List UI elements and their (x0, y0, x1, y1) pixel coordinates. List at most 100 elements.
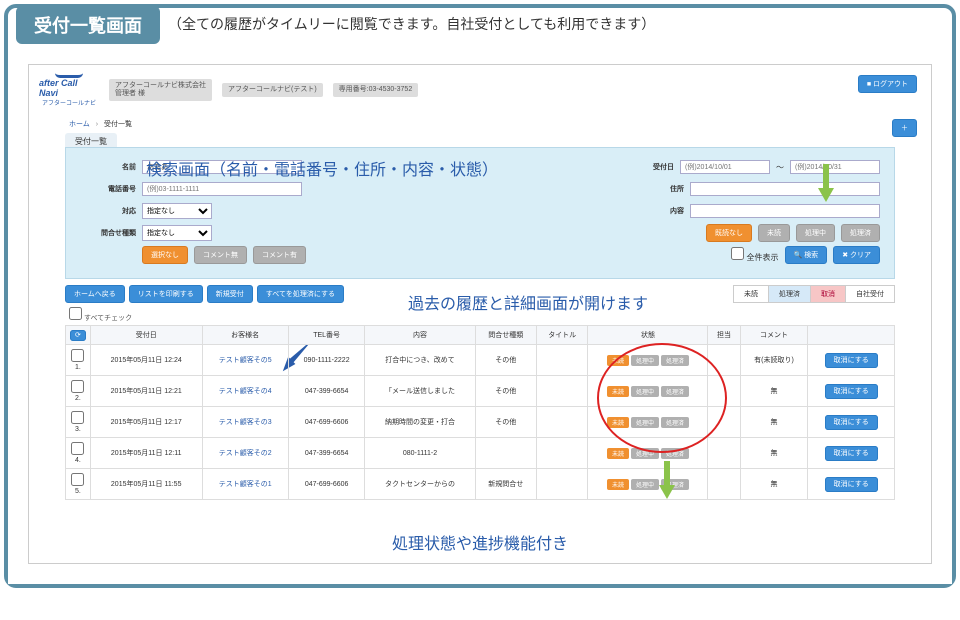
cell-assign (708, 407, 740, 438)
cell-assign (708, 376, 740, 407)
cancel-row-button[interactable]: 取消にする (825, 446, 878, 461)
status-chip[interactable]: 未読 (607, 479, 629, 490)
status-chip[interactable]: 処理中 (631, 417, 659, 428)
annotation-search: 検索画面（名前・電話番号・住所・内容・状態） (146, 156, 498, 180)
section-tab: 受付一覧 (65, 133, 117, 147)
chk-all-display[interactable] (731, 247, 744, 260)
cmt-has-button[interactable]: コメント有 (253, 246, 306, 264)
arrow-down-icon-2 (659, 485, 675, 499)
cell-date: 2015年05月11日 12:11 (90, 438, 202, 469)
cell-title (536, 469, 588, 500)
cell-content: 「メール送信しました (365, 376, 475, 407)
plus-button[interactable]: ＋ (892, 119, 917, 137)
cell-comment: 無 (740, 469, 808, 500)
row-checkbox[interactable] (71, 349, 84, 362)
refresh-button[interactable]: ⟳ (70, 330, 86, 341)
input-content[interactable] (690, 204, 880, 218)
row-checkbox[interactable] (71, 380, 84, 393)
cell-tel: 090-1111-2222 (288, 345, 365, 376)
back-button[interactable]: ホームへ戻る (65, 285, 125, 303)
cancel-row-button[interactable]: 取消にする (825, 477, 878, 492)
status-chip[interactable]: 未読 (607, 355, 629, 366)
legend-unread: 未読 (734, 286, 769, 302)
frame-subtitle: （全ての履歴がタイムリーに閲覧できます。自社受付としても利用できます） (168, 8, 952, 34)
breadcrumb-home[interactable]: ホーム (69, 121, 90, 128)
status-chip[interactable]: 処理中 (631, 479, 659, 490)
legend-cancel: 取消 (811, 286, 846, 302)
input-tel[interactable] (142, 182, 302, 196)
cell-assign (708, 469, 740, 500)
breadcrumb-current: 受付一覧 (104, 121, 132, 128)
cell-content: 打合中につき、改めて (365, 345, 475, 376)
cell-comment: 無 (740, 376, 808, 407)
sel-none-button[interactable]: 選択なし (142, 246, 188, 264)
table-row[interactable]: 4.2015年05月11日 12:11テスト顧客その2047-399-66540… (66, 438, 895, 469)
cell-tel: 047-699-6606 (288, 407, 365, 438)
new-button[interactable]: 新規受付 (207, 285, 253, 303)
select-taiou[interactable]: 指定なし (142, 203, 212, 219)
status-chip[interactable]: 処理済 (661, 386, 689, 397)
status-chip[interactable]: 処理中 (631, 448, 659, 459)
cancel-row-button[interactable]: 取消にする (825, 415, 878, 430)
filter-miread-button[interactable]: 未読 (758, 224, 790, 242)
cell-title (536, 438, 588, 469)
input-date-to[interactable] (790, 160, 880, 174)
status-chip[interactable]: 未読 (607, 386, 629, 397)
status-chip[interactable]: 処理中 (631, 386, 659, 397)
status-chip[interactable]: 処理済 (661, 417, 689, 428)
status-chip[interactable]: 未読 (607, 448, 629, 459)
customer-link[interactable]: テスト顧客その5 (219, 357, 272, 364)
legend-self: 自社受付 (846, 286, 894, 302)
clear-button[interactable]: ✖ クリア (833, 246, 880, 264)
filter-unread-button[interactable]: 既読なし (706, 224, 752, 242)
table-row[interactable]: 3.2015年05月11日 12:17テスト顧客その3047-699-6606納… (66, 407, 895, 438)
cell-title (536, 407, 588, 438)
cell-date: 2015年05月11日 12:24 (90, 345, 202, 376)
customer-link[interactable]: テスト顧客その3 (219, 419, 272, 426)
cancel-row-button[interactable]: 取消にする (825, 384, 878, 399)
status-chip[interactable]: 処理済 (661, 448, 689, 459)
arrow-down-icon (818, 188, 834, 202)
input-addr[interactable] (690, 182, 880, 196)
label-date: 受付日 (618, 162, 674, 172)
row-checkbox[interactable] (71, 442, 84, 455)
table-row[interactable]: 5.2015年05月11日 11:55テスト顧客その1047-699-6606タ… (66, 469, 895, 500)
label-addr: 住所 (628, 184, 684, 194)
cell-kind: その他 (475, 345, 536, 376)
env-chip: アフターコールナビ(テスト) (222, 83, 323, 97)
customer-link[interactable]: テスト顧客その1 (219, 481, 272, 488)
done-all-button[interactable]: すべてを処理済にする (257, 285, 344, 303)
table-header-row: ⟳ 受付日 お客様名 TEL番号 内容 問合せ種類 タイトル 状態 担当 コメン… (66, 326, 895, 345)
legend-done: 処理済 (769, 286, 811, 302)
status-chip[interactable]: 処理中 (631, 355, 659, 366)
label-kind: 問合せ種類 (80, 228, 136, 238)
input-date-from[interactable] (680, 160, 770, 174)
topbar: after Call Navi アフターコールナビ アフターコールナビ株式会社 … (29, 65, 931, 115)
cell-title (536, 345, 588, 376)
check-all-checkbox[interactable] (69, 307, 82, 320)
table-row[interactable]: 1.2015年05月11日 12:24テスト顧客その5090-1111-2222… (66, 345, 895, 376)
search-button[interactable]: 🔍 検索 (785, 246, 828, 264)
cancel-row-button[interactable]: 取消にする (825, 353, 878, 368)
filter-done-button[interactable]: 処理済 (841, 224, 880, 242)
label-tel: 電話番号 (80, 184, 136, 194)
cell-content: 納期時間の変更・打合 (365, 407, 475, 438)
company-chip: アフターコールナビ株式会社 管理者 様 (109, 79, 212, 102)
cell-kind: 新規問合せ (475, 469, 536, 500)
filter-proc-button[interactable]: 処理中 (796, 224, 835, 242)
logout-button[interactable]: ■ ログアウト (858, 75, 917, 93)
row-checkbox[interactable] (71, 411, 84, 424)
print-button[interactable]: リストを印刷する (129, 285, 203, 303)
table-row[interactable]: 2.2015年05月11日 12:21テスト顧客その4047-399-6654「… (66, 376, 895, 407)
cell-date: 2015年05月11日 12:21 (90, 376, 202, 407)
customer-link[interactable]: テスト顧客その4 (219, 388, 272, 395)
search-panel: 検索画面（名前・電話番号・住所・内容・状態） 名前 受付日 〜 電話番号 (65, 147, 895, 279)
status-chip[interactable]: 処理済 (661, 355, 689, 366)
reception-table: ⟳ 受付日 お客様名 TEL番号 内容 問合せ種類 タイトル 状態 担当 コメン… (65, 325, 895, 500)
customer-link[interactable]: テスト顧客その2 (219, 450, 272, 457)
row-checkbox[interactable] (71, 473, 84, 486)
select-kind[interactable]: 指定なし (142, 225, 212, 241)
cmt-none-button[interactable]: コメント無 (194, 246, 247, 264)
check-all-display[interactable]: 全件表示 (731, 247, 778, 263)
status-chip[interactable]: 未読 (607, 417, 629, 428)
